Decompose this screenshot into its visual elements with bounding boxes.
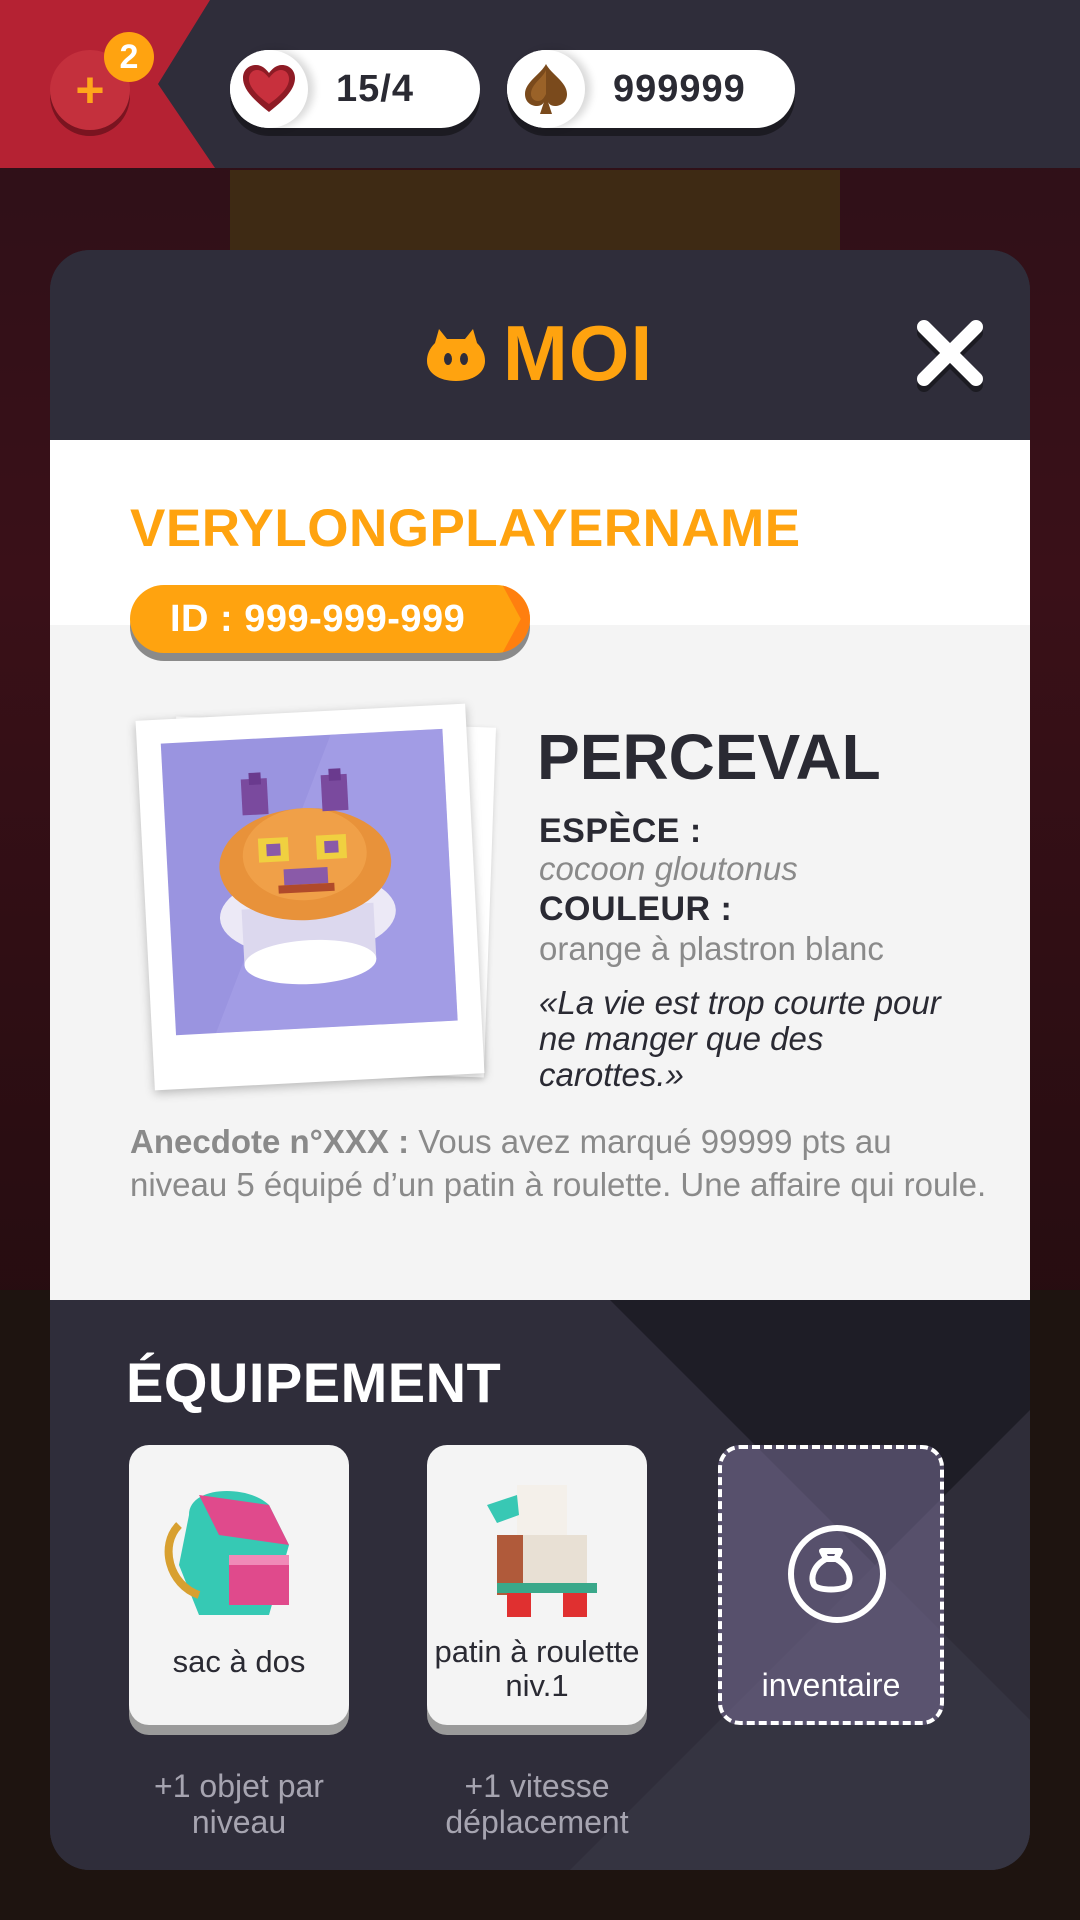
pet-name: PERCEVAL <box>537 721 881 793</box>
color-value: orange à plastron blanc <box>539 930 884 967</box>
pet-quote: «La vie est trop courte pour ne manger q… <box>539 984 941 1093</box>
heart-icon <box>230 50 308 128</box>
currency-counter[interactable]: 999999 <box>507 50 795 128</box>
anecdote-label: Anecdote n°XXX : <box>130 1123 410 1160</box>
equipment-title: ÉQUIPEMENT <box>126 1351 502 1414</box>
equipment-section: ÉQUIPEMENT sac à dos patin à roulette ni… <box>50 1300 1030 1870</box>
coins-value: 999999 <box>613 67 746 110</box>
bag-icon <box>788 1525 886 1623</box>
anecdote: Anecdote n°XXX : Vous avez marqué 99999 … <box>130 1120 990 1206</box>
inventory-label: inventaire <box>761 1667 901 1703</box>
title-group: MOI <box>50 308 1030 399</box>
top-bar: + 2 15/4 999999 <box>0 0 1080 168</box>
roller-skate-icon <box>487 1485 597 1617</box>
notification-badge: 2 <box>104 32 154 82</box>
pet-photo <box>135 703 485 1091</box>
equipment-bonus: +1 objet par niveau <box>154 1768 324 1840</box>
player-id-badge: ID : 999-999-999 <box>130 585 530 653</box>
species-label: ESPÈCE : <box>539 812 702 850</box>
critter-head-icon <box>426 328 485 381</box>
lives-counter[interactable]: 15/4 <box>230 50 480 128</box>
modal-header: MOI <box>50 250 1030 440</box>
equipment-slot-backpack[interactable]: sac à dos <box>129 1445 349 1725</box>
equipment-slot-roller-skate[interactable]: patin à roulette niv.1 <box>427 1445 647 1725</box>
pet-portrait <box>160 728 458 1036</box>
backpack-icon <box>164 1491 289 1615</box>
equipment-bonus: +1 vitesse déplacement <box>445 1768 629 1840</box>
spade-icon <box>507 50 585 128</box>
species-value: cocoon gloutonus <box>539 850 798 887</box>
modal-title: MOI <box>502 309 654 397</box>
profile-modal: MOI VERYLONGPLAYERNAME ID : 999-999-999 <box>50 250 1030 1870</box>
equipment-label: sac à dos <box>172 1644 306 1679</box>
equipment-label: patin à roulette niv.1 <box>434 1634 640 1703</box>
close-icon[interactable] <box>910 315 990 395</box>
player-name: VERYLONGPLAYERNAME <box>130 499 801 558</box>
color-label: COULEUR : <box>539 890 733 928</box>
lives-value: 15/4 <box>336 67 414 110</box>
player-id: ID : 999-999-999 <box>170 597 466 640</box>
inventory-button[interactable]: inventaire <box>718 1445 944 1725</box>
plus-icon: + <box>75 62 105 118</box>
